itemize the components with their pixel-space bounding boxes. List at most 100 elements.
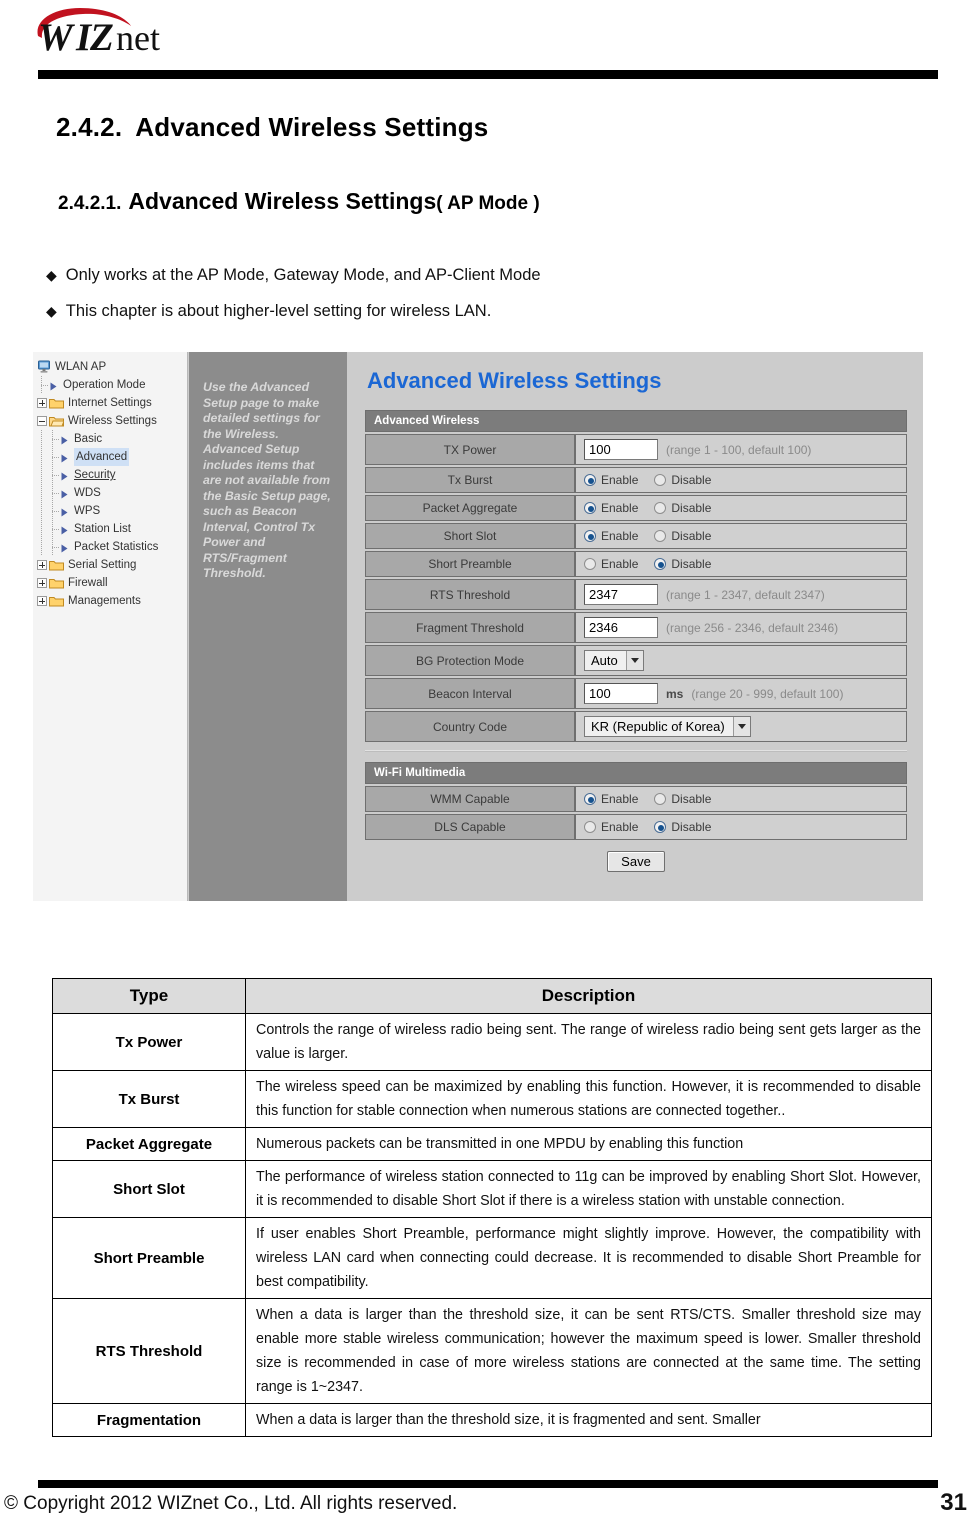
- radio-label: Enable: [601, 820, 639, 834]
- radio-button-enable[interactable]: [584, 530, 596, 542]
- table-row: Tx Burst The wireless speed can be maximi…: [52, 1070, 932, 1128]
- radio-group[interactable]: Enable Disable: [584, 820, 898, 834]
- folder-closed-icon: [49, 595, 64, 607]
- tree-connector: [37, 484, 48, 502]
- radio-label: Disable: [671, 557, 712, 571]
- folder-open-icon: [49, 415, 65, 427]
- input-fragment-threshold[interactable]: 2346: [584, 617, 658, 638]
- section-number: 2.4.2.: [56, 112, 123, 142]
- input-rts-threshold[interactable]: 2347: [584, 584, 658, 605]
- wiznet-logo: W I Z net: [28, 6, 218, 64]
- radio-button-disable[interactable]: [654, 474, 667, 486]
- radio-button-enable[interactable]: [584, 793, 596, 805]
- radio-group[interactable]: Enable Disable: [584, 792, 898, 806]
- radio-button-disable[interactable]: [654, 530, 667, 542]
- tree-connector: [37, 538, 48, 556]
- tree-item-wds[interactable]: WDS: [37, 484, 187, 502]
- setting-control-bg-protection-mode: Auto: [575, 645, 907, 676]
- radio-option-disable[interactable]: Disable: [654, 792, 711, 806]
- tree-connector: [37, 502, 48, 520]
- radio-button-enable[interactable]: [584, 474, 596, 486]
- chevron-down-icon[interactable]: [625, 651, 643, 670]
- radio-group[interactable]: Enable Disable: [584, 501, 898, 515]
- radio-label: Enable: [601, 501, 639, 515]
- radio-option-enable[interactable]: Enable: [584, 529, 638, 543]
- tree-item-serial-setting[interactable]: Serial Setting: [37, 556, 187, 574]
- tree-item-internet-settings[interactable]: Internet Settings: [37, 394, 187, 412]
- select-bg-protection-mode[interactable]: Auto: [584, 650, 644, 671]
- input-tx-power[interactable]: 100: [584, 439, 658, 460]
- radio-option-enable[interactable]: Enable: [584, 557, 638, 571]
- tree-item-label: Packet Statistics: [74, 541, 159, 553]
- radio-button-enable[interactable]: [584, 558, 596, 570]
- input-beacon-interval[interactable]: 100: [584, 683, 658, 704]
- setting-label-rts-threshold: RTS Threshold: [365, 579, 575, 610]
- radio-option-disable[interactable]: Disable: [654, 820, 711, 834]
- router-admin-screenshot: WLAN AP Operation Mode Internet Settings Wi…: [33, 352, 923, 901]
- chevron-down-icon[interactable]: [732, 717, 750, 736]
- tree-item-wireless-settings[interactable]: Wireless Settings: [37, 412, 187, 430]
- save-button[interactable]: Save: [607, 851, 665, 872]
- radio-button-disable[interactable]: [654, 558, 667, 570]
- setting-control-short-slot: Enable Disable: [575, 523, 907, 549]
- radio-option-enable[interactable]: Enable: [584, 501, 638, 515]
- subsection-title: Advanced Wireless Settings: [128, 188, 437, 214]
- bullet-item: ◆ Only works at the AP Mode, Gateway Mode…: [46, 266, 541, 285]
- tree-item-managements[interactable]: Managements: [37, 592, 187, 610]
- svg-text:W: W: [38, 16, 75, 59]
- radio-group[interactable]: Enable Disable: [584, 529, 898, 543]
- setting-label-tx-power: TX Power: [365, 434, 575, 465]
- bullet-item: ◆ This chapter is about higher-level sett…: [46, 302, 491, 321]
- radio-option-disable[interactable]: Disable: [654, 529, 711, 543]
- radio-button-enable[interactable]: [584, 502, 596, 514]
- tree-item-basic[interactable]: Basic: [37, 430, 187, 448]
- setting-control-country-code: KR (Republic of Korea): [575, 711, 907, 742]
- setting-label-wmm-capable: WMM Capable: [365, 786, 575, 812]
- radio-button-enable[interactable]: [584, 821, 596, 833]
- radio-option-disable[interactable]: Disable: [654, 557, 711, 571]
- select-value: KR (Republic of Korea): [591, 719, 725, 734]
- radio-label: Enable: [601, 557, 639, 571]
- radio-button-disable[interactable]: [654, 793, 667, 805]
- setting-label-packet-aggregate: Packet Aggregate: [365, 495, 575, 521]
- radio-option-enable[interactable]: Enable: [584, 792, 638, 806]
- setting-label-beacon-interval: Beacon Interval: [365, 678, 575, 709]
- tree-item-wps[interactable]: WPS: [37, 502, 187, 520]
- tree-item-operation-mode[interactable]: Operation Mode: [37, 376, 187, 394]
- tree-expander-toggle[interactable]: [37, 416, 47, 426]
- tree-expander-toggle[interactable]: [37, 398, 47, 408]
- radio-label: Enable: [601, 792, 639, 806]
- tree-item-advanced[interactable]: Advanced: [37, 448, 187, 466]
- radio-label: Disable: [671, 529, 712, 543]
- tree-item-security[interactable]: Security: [37, 466, 187, 484]
- wifi-multimedia-table: Wi-Fi Multimedia WMM Capable Enable Disabl…: [365, 760, 907, 842]
- radio-group[interactable]: Enable Disable: [584, 557, 898, 571]
- radio-group[interactable]: Enable Disable: [584, 473, 898, 487]
- tree-item-label: Operation Mode: [63, 379, 146, 391]
- tree-item-station-list[interactable]: Station List: [37, 520, 187, 538]
- tree-expander-toggle[interactable]: [37, 560, 47, 570]
- row-type: Short Preamble: [52, 1217, 246, 1299]
- settings-row-dls-capable: DLS Capable Enable Disable: [365, 814, 907, 840]
- radio-button-disable[interactable]: [654, 502, 667, 514]
- row-type: Tx Burst: [52, 1070, 246, 1128]
- page-number: 31: [940, 1489, 967, 1516]
- radio-option-enable[interactable]: Enable: [584, 820, 638, 834]
- computer-icon: [37, 360, 51, 374]
- tree-expander-toggle[interactable]: [37, 596, 47, 606]
- radio-button-disable[interactable]: [654, 821, 667, 833]
- select-value: Auto: [591, 653, 618, 668]
- radio-option-enable[interactable]: Enable: [584, 473, 638, 487]
- radio-option-disable[interactable]: Disable: [654, 473, 711, 487]
- tree-item-firewall[interactable]: Firewall: [37, 574, 187, 592]
- tree-root-wlan-ap[interactable]: WLAN AP: [37, 358, 187, 376]
- select-country-code[interactable]: KR (Republic of Korea): [584, 716, 751, 737]
- tree-connector: [48, 430, 59, 448]
- radio-option-disable[interactable]: Disable: [654, 501, 711, 515]
- tree-expander-toggle[interactable]: [37, 578, 47, 588]
- advanced-wireless-table: Advanced Wireless TX Power 100 (range 1 - …: [365, 408, 907, 744]
- tree-item-packet-statistics[interactable]: Packet Statistics: [37, 538, 187, 556]
- setting-label-short-preamble: Short Preamble: [365, 551, 575, 577]
- help-panel: Use the Advanced Setup page to make deta…: [189, 352, 347, 901]
- navigation-tree[interactable]: WLAN AP Operation Mode Internet Settings Wi…: [33, 352, 188, 901]
